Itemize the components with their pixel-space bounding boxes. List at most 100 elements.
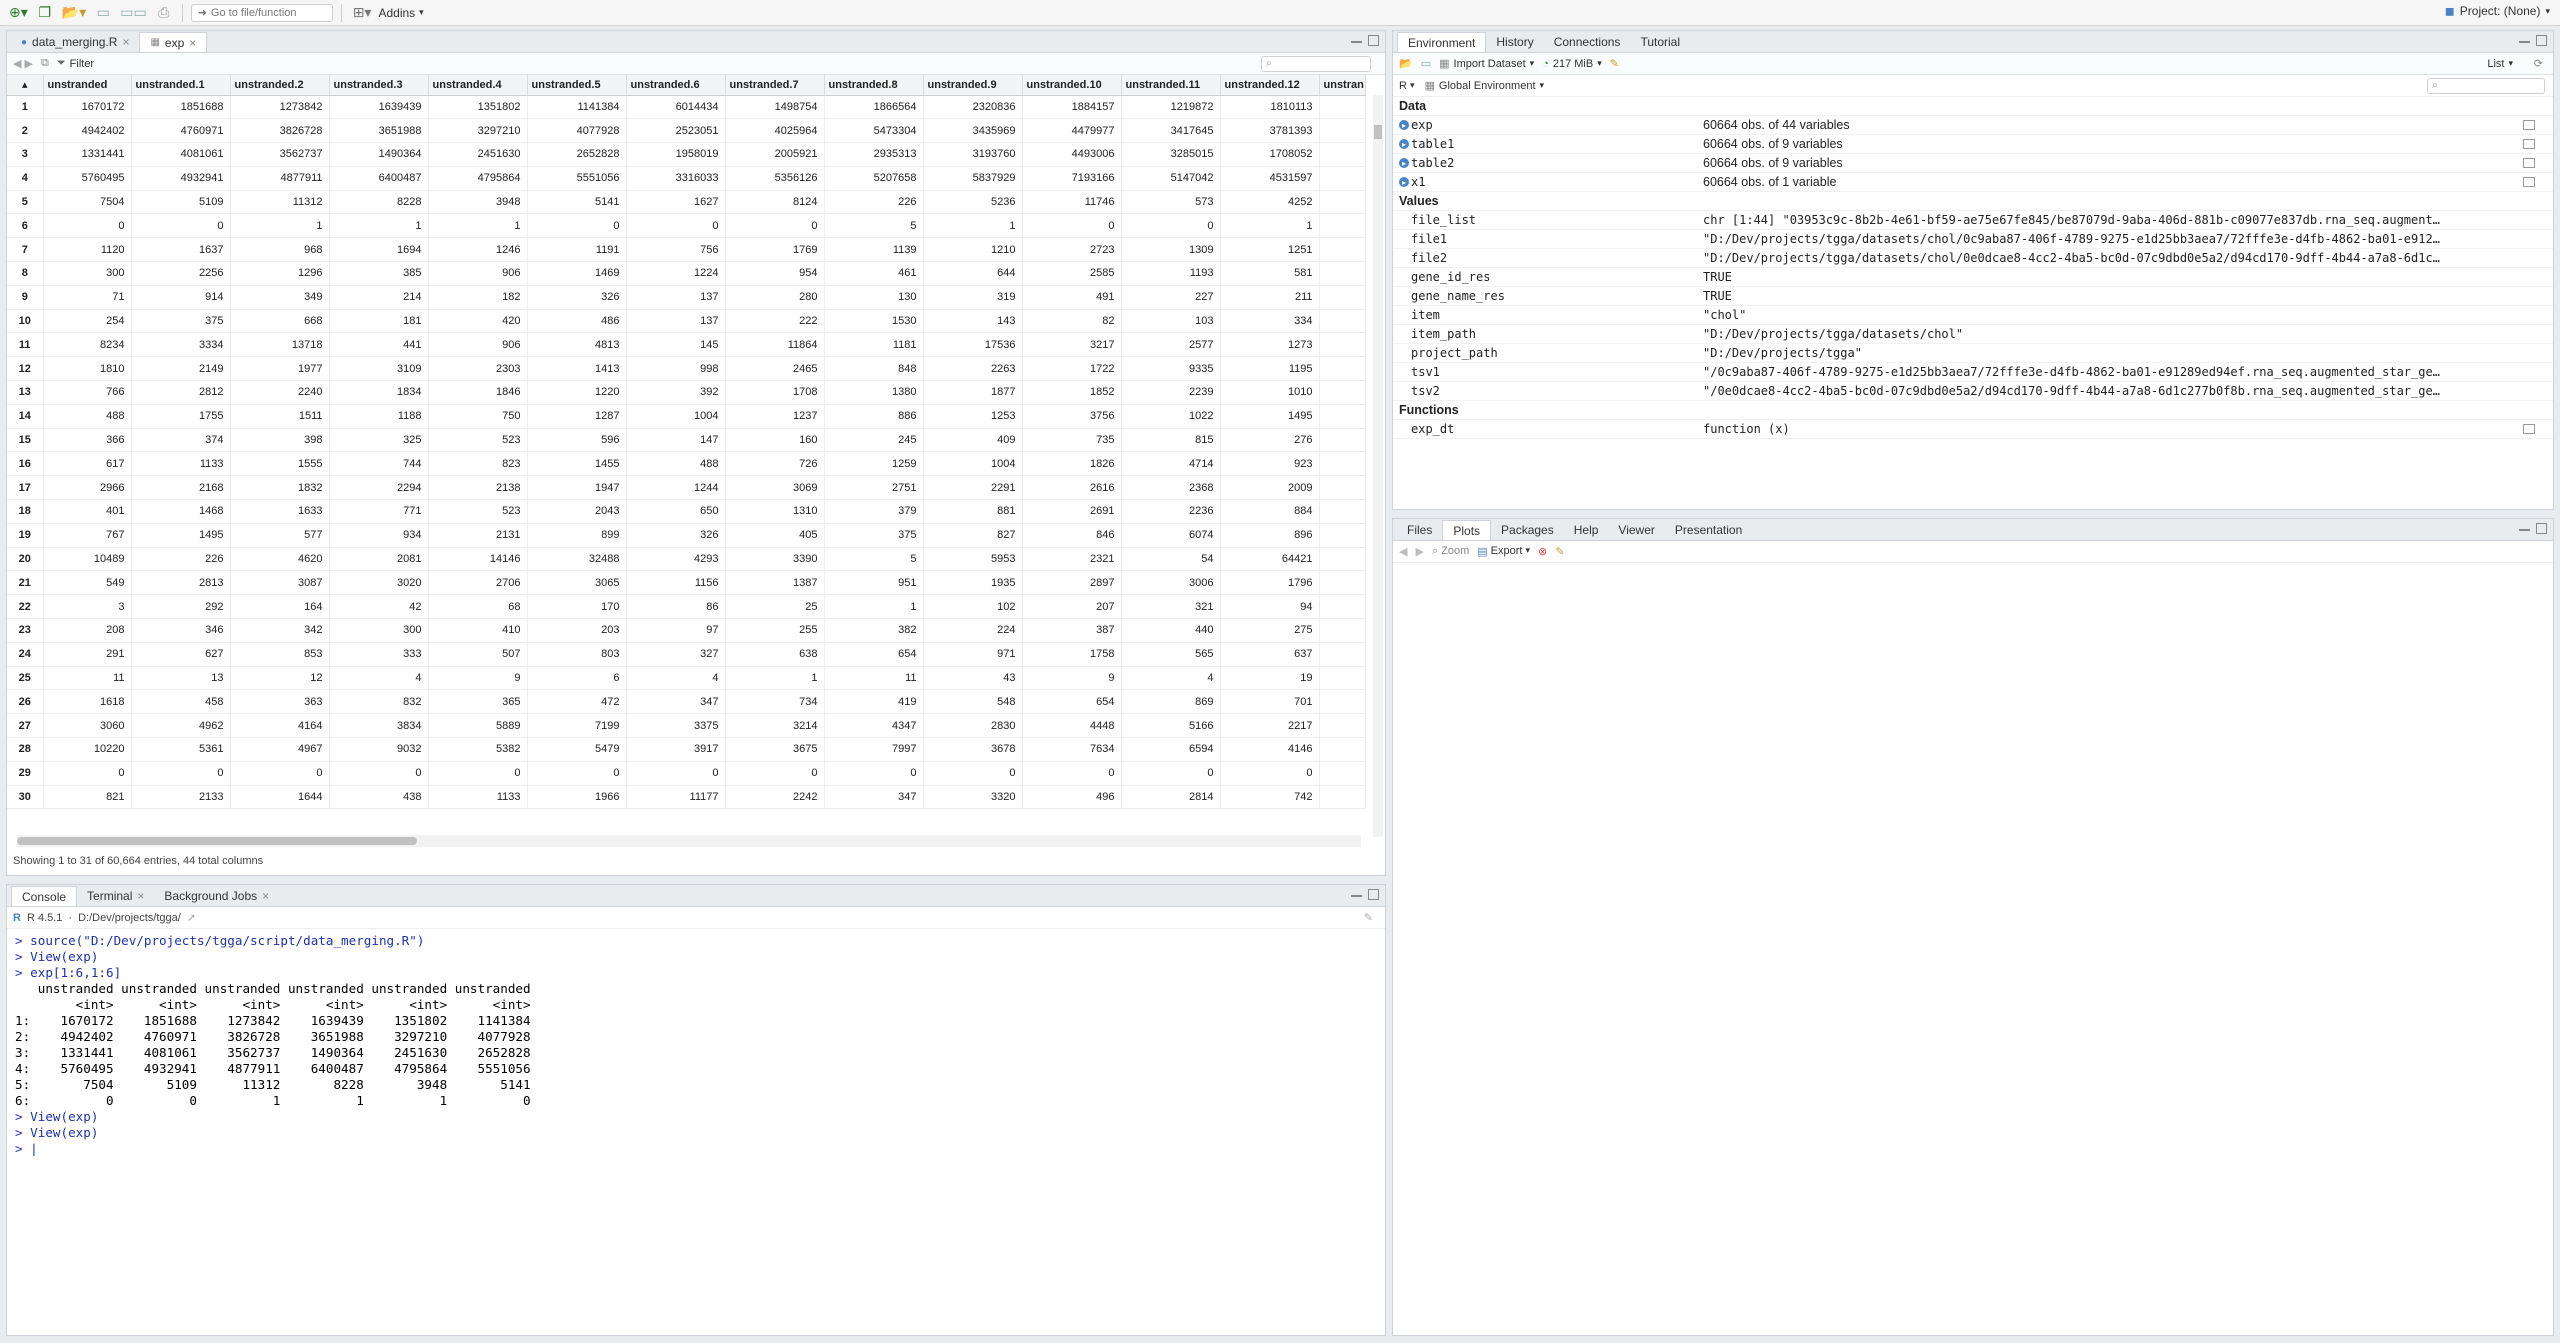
- tab-connections[interactable]: Connections: [1544, 32, 1631, 52]
- column-header[interactable]: unstranded.9: [923, 75, 1023, 96]
- expand-icon[interactable]: ▸: [1399, 120, 1409, 130]
- close-icon[interactable]: ×: [137, 889, 144, 903]
- expand-icon[interactable]: ▸: [1399, 177, 1409, 187]
- refresh-icon[interactable]: ⟳: [2534, 57, 2543, 70]
- environment-item[interactable]: item_path "D:/Dev/projects/tgga/datasets/…: [1393, 325, 2553, 344]
- addins-menu[interactable]: Addins ▾: [378, 6, 423, 20]
- column-header[interactable]: unstranded.4: [428, 75, 528, 96]
- column-header[interactable]: unstranded.2: [230, 75, 330, 96]
- column-header[interactable]: unstranded.10: [1022, 75, 1122, 96]
- environment-item[interactable]: file_list chr [1:44] "03953c9c-8b2b-4e61-…: [1393, 211, 2553, 230]
- scroll-thumb[interactable]: [17, 837, 417, 845]
- close-icon[interactable]: ×: [189, 36, 196, 50]
- view-table-icon[interactable]: [2523, 120, 2535, 130]
- environment-item[interactable]: project_path "D:/Dev/projects/tgga": [1393, 344, 2553, 363]
- popout-icon[interactable]: ⧉: [41, 57, 49, 70]
- print-icon[interactable]: ⎙: [154, 3, 174, 23]
- view-table-icon[interactable]: [2523, 177, 2535, 187]
- environment-item[interactable]: ▸ exp 60664 obs. of 44 variables: [1393, 116, 2553, 135]
- view-table-icon[interactable]: [2523, 424, 2535, 434]
- column-header[interactable]: unstranded.6: [626, 75, 726, 96]
- environment-item[interactable]: tsv2 "/0e0dcae8-4cc2-4ba5-bc0d-07c9dbd0e5…: [1393, 382, 2553, 401]
- goto-wd-icon[interactable]: ➚: [187, 911, 196, 924]
- column-header[interactable]: unstran: [1319, 75, 1366, 96]
- environment-item[interactable]: tsv1 "/0c9aba87-406f-4789-9275-e1d25bb3ae…: [1393, 363, 2553, 382]
- open-icon[interactable]: 📂: [1399, 57, 1413, 70]
- expand-icon[interactable]: ▸: [1399, 158, 1409, 168]
- environment-item[interactable]: gene_id_res TRUE: [1393, 268, 2553, 287]
- goto-file-input[interactable]: ➜ Go to file/function: [190, 3, 333, 22]
- view-table-icon[interactable]: [2523, 139, 2535, 149]
- remove-plot-icon[interactable]: ⊗: [1538, 545, 1547, 558]
- tab-viewer[interactable]: Viewer: [1608, 520, 1664, 540]
- row-number-header[interactable]: ▴: [7, 75, 44, 96]
- export-button[interactable]: ▤ Export ▾: [1477, 545, 1530, 558]
- environment-item[interactable]: file2 "D:/Dev/projects/tgga/datasets/chol…: [1393, 249, 2553, 268]
- import-dataset-button[interactable]: ▦ Import Dataset ▾: [1439, 57, 1534, 71]
- back-arrow-icon[interactable]: ◀: [1399, 545, 1407, 558]
- broom-icon[interactable]: ✎: [1364, 911, 1373, 924]
- close-icon[interactable]: ×: [262, 889, 269, 903]
- tab-environment[interactable]: Environment: [1397, 32, 1487, 52]
- tab-terminal[interactable]: Terminal ×: [77, 886, 154, 906]
- minimize-icon[interactable]: [1351, 35, 1362, 43]
- forward-arrow-icon[interactable]: ▶: [1415, 545, 1423, 558]
- memory-usage[interactable]: ◔ 217 MiB ▾: [1542, 58, 1602, 70]
- environment-item[interactable]: ▸ x1 60664 obs. of 1 variable: [1393, 173, 2553, 192]
- viewer-search-input[interactable]: ⌕: [1261, 55, 1371, 72]
- environment-item[interactable]: ▸ table1 60664 obs. of 9 variables: [1393, 135, 2553, 154]
- environment-item[interactable]: gene_name_res TRUE: [1393, 287, 2553, 306]
- clear-plots-icon[interactable]: ✎: [1555, 545, 1564, 558]
- column-header[interactable]: unstranded.5: [527, 75, 627, 96]
- scope-select[interactable]: ▦ Global Environment ▾: [1424, 79, 1544, 93]
- vertical-scrollbar[interactable]: [1373, 95, 1383, 837]
- tab-presentation[interactable]: Presentation: [1665, 520, 1752, 540]
- expand-icon[interactable]: ▸: [1399, 139, 1409, 149]
- minimize-icon[interactable]: [2519, 35, 2530, 43]
- column-header[interactable]: unstranded.3: [329, 75, 429, 96]
- horizontal-scrollbar[interactable]: [17, 835, 1361, 847]
- language-select[interactable]: R ▾: [1399, 80, 1414, 92]
- tab-data-merging[interactable]: ● data_merging.R ×: [11, 32, 139, 52]
- column-header[interactable]: unstranded.7: [725, 75, 825, 96]
- list-view-button[interactable]: List ▾: [2487, 58, 2513, 70]
- back-icon[interactable]: ◀ ▶: [13, 57, 33, 70]
- column-header[interactable]: unstranded.11: [1121, 75, 1221, 96]
- tab-tutorial[interactable]: Tutorial: [1630, 32, 1690, 52]
- new-file-icon[interactable]: ⊕▾: [6, 3, 31, 23]
- minimize-icon[interactable]: [1351, 889, 1362, 897]
- close-icon[interactable]: ×: [122, 35, 129, 49]
- tab-plots[interactable]: Plots: [1442, 520, 1492, 540]
- column-header[interactable]: unstranded.12: [1220, 75, 1320, 96]
- column-header[interactable]: unstranded.1: [131, 75, 231, 96]
- filter-button[interactable]: ⏷ Filter: [57, 57, 94, 70]
- tab-exp[interactable]: ▦ exp ×: [139, 32, 208, 52]
- save-icon[interactable]: ▭: [93, 3, 113, 23]
- tab-packages[interactable]: Packages: [1491, 520, 1564, 540]
- tab-console[interactable]: Console: [11, 886, 78, 906]
- maximize-icon[interactable]: [2536, 35, 2547, 46]
- broom-icon[interactable]: ✎: [1610, 57, 1619, 70]
- zoom-button[interactable]: ⌕ Zoom: [1432, 545, 1469, 558]
- environment-item[interactable]: file1 "D:/Dev/projects/tgga/datasets/chol…: [1393, 230, 2553, 249]
- open-file-icon[interactable]: 📂▾: [59, 3, 89, 23]
- tab-files[interactable]: Files: [1397, 520, 1442, 540]
- maximize-icon[interactable]: [2536, 523, 2547, 534]
- tab-help[interactable]: Help: [1564, 520, 1609, 540]
- console-output[interactable]: > source("D:/Dev/projects/tgga/script/da…: [7, 929, 1385, 1161]
- scroll-thumb[interactable]: [1374, 125, 1382, 139]
- save-all-icon[interactable]: ▭▭: [117, 3, 149, 23]
- environment-item[interactable]: ▸ table2 60664 obs. of 9 variables: [1393, 154, 2553, 173]
- environment-item[interactable]: exp_dt function (x): [1393, 420, 2553, 439]
- workspace-panes-icon[interactable]: ⊞▾: [350, 3, 375, 23]
- project-menu[interactable]: ◼ Project: (None) ▾: [2445, 4, 2550, 18]
- column-header[interactable]: unstranded: [43, 75, 132, 96]
- column-header[interactable]: unstranded.8: [824, 75, 924, 96]
- tab-history[interactable]: History: [1486, 32, 1543, 52]
- environment-search-input[interactable]: ⌕: [2427, 77, 2545, 94]
- minimize-icon[interactable]: [2519, 523, 2530, 531]
- environment-item[interactable]: item "chol": [1393, 306, 2553, 325]
- new-project-icon[interactable]: ❐: [35, 3, 55, 23]
- view-table-icon[interactable]: [2523, 158, 2535, 168]
- maximize-icon[interactable]: [1368, 889, 1379, 900]
